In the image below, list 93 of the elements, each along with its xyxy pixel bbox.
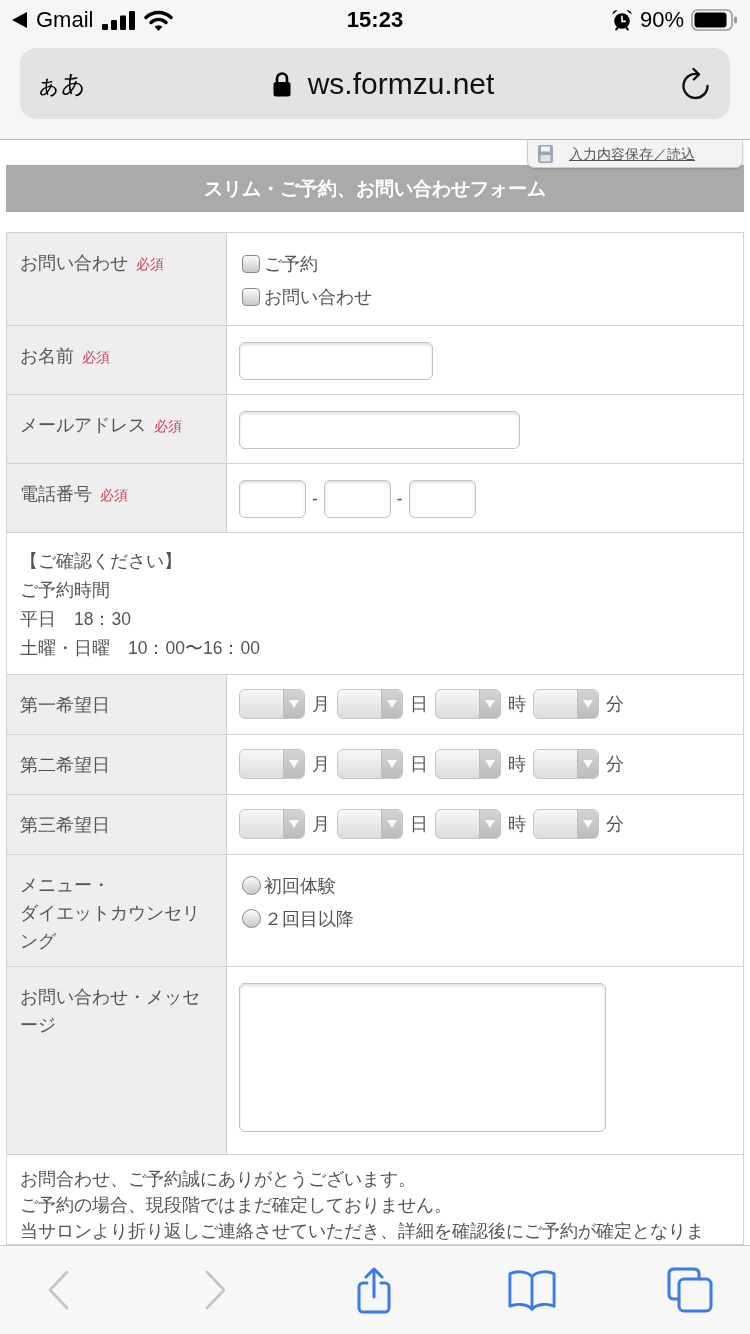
- separator-text: -: [312, 488, 318, 511]
- left-triangle-icon: [12, 12, 27, 28]
- caret-icon: [485, 820, 495, 828]
- radio-button[interactable]: [242, 876, 261, 895]
- unit-label: 日: [410, 753, 428, 776]
- label-text: 電話番号: [20, 484, 92, 504]
- dropdown[interactable]: [337, 809, 403, 839]
- caret-icon: [289, 760, 299, 768]
- reload-icon: [680, 66, 712, 101]
- dropdown[interactable]: [239, 749, 305, 779]
- radio-label: 初回体験: [264, 874, 336, 898]
- dropdown[interactable]: [533, 809, 599, 839]
- notice-text: ご予約の場合、現段階ではまだ確定しておりません。: [20, 1194, 453, 1217]
- radio-button[interactable]: [242, 909, 261, 928]
- reload-button[interactable]: [680, 66, 712, 101]
- dropdown[interactable]: [239, 809, 305, 839]
- notice-text: 平日 18：30: [20, 608, 132, 631]
- address-bar[interactable]: ぁあ ws.formzu.net: [20, 48, 730, 119]
- caret-icon: [289, 700, 299, 708]
- url-text: ws.formzu.net: [307, 65, 495, 102]
- message-field[interactable]: [239, 983, 606, 1132]
- signal-icon: [102, 10, 136, 30]
- dropdown[interactable]: [337, 689, 403, 719]
- dropdown[interactable]: [533, 689, 599, 719]
- phone-field[interactable]: [408, 480, 476, 518]
- unit-label: 日: [410, 813, 428, 836]
- caret-icon: [485, 760, 495, 768]
- required-mark: 必須: [100, 487, 128, 503]
- label-text: お問い合わせ・メッセ ージ: [20, 987, 200, 1035]
- chevron-right-icon: [205, 1270, 227, 1310]
- checkbox-label: お問い合わせ: [264, 285, 372, 309]
- dropdown[interactable]: [435, 689, 501, 719]
- label-text: 第二希望日: [20, 755, 110, 775]
- label-text: メニュー・ ダイエットカウンセリ ング: [20, 875, 200, 951]
- unit-label: 月: [312, 813, 330, 836]
- label-text: お名前: [20, 346, 74, 366]
- unit-label: 分: [606, 753, 624, 776]
- notice-text: 【ご確認ください】: [20, 550, 183, 573]
- phone-field[interactable]: [323, 480, 391, 518]
- dropdown[interactable]: [239, 689, 305, 719]
- unit-label: 日: [410, 693, 428, 716]
- battery-icon: [691, 9, 738, 31]
- label-text: お問い合わせ: [20, 253, 128, 273]
- dropdown[interactable]: [435, 809, 501, 839]
- checkbox[interactable]: [242, 287, 260, 306]
- wifi-icon: [144, 9, 174, 31]
- unit-label: 月: [312, 753, 330, 776]
- form-title: スリム・ご予約、お問い合わせフォーム: [6, 165, 744, 212]
- unit-label: 分: [606, 693, 624, 716]
- checkbox-label: ご予約: [264, 252, 318, 276]
- caret-icon: [387, 820, 397, 828]
- radio-label: ２回目以降: [264, 907, 354, 931]
- label-text: 第一希望日: [20, 695, 110, 715]
- label-text: メールアドレス: [20, 415, 146, 435]
- dropdown[interactable]: [435, 749, 501, 779]
- required-mark: 必須: [136, 256, 164, 272]
- caret-icon: [583, 760, 593, 768]
- notice-text: お問合わせ、ご予約誠にありがとうございます。: [20, 1168, 417, 1191]
- label-text: 第三希望日: [20, 815, 110, 835]
- book-icon: [508, 1268, 556, 1312]
- unit-label: 時: [508, 693, 526, 716]
- unit-label: 時: [508, 753, 526, 776]
- lock-icon: [271, 70, 292, 97]
- save-load-link[interactable]: 入力内容保存／読込: [569, 144, 695, 163]
- notice-text: ご予約時間: [20, 579, 111, 602]
- required-mark: 必須: [154, 418, 182, 434]
- status-time: 15:23: [346, 7, 404, 33]
- caret-icon: [387, 760, 397, 768]
- back-app-label[interactable]: Gmail: [36, 7, 94, 33]
- unit-label: 月: [312, 693, 330, 716]
- text-field[interactable]: [239, 342, 433, 380]
- share-icon: [355, 1266, 393, 1314]
- dropdown[interactable]: [533, 749, 599, 779]
- separator-text: -: [396, 488, 403, 511]
- dropdown[interactable]: [337, 749, 403, 779]
- required-mark: 必須: [82, 349, 110, 365]
- phone-field[interactable]: [239, 480, 306, 518]
- caret-icon: [289, 820, 299, 828]
- tabs-icon: [667, 1267, 713, 1313]
- caret-icon: [387, 700, 397, 708]
- checkbox[interactable]: [242, 254, 260, 273]
- unit-label: 分: [606, 813, 624, 836]
- battery-percent: 90%: [639, 7, 684, 33]
- text-size-button[interactable]: ぁあ: [36, 68, 86, 99]
- notice-text: 当サロンより折り返しご連絡させていただき、詳細を確認後にご予約が確定となりま: [20, 1220, 705, 1243]
- caret-icon: [583, 700, 593, 708]
- alarm-clock-icon: [610, 9, 633, 31]
- notice-text: 土曜・日曜 10：00〜16：00: [20, 637, 261, 660]
- caret-icon: [485, 700, 495, 708]
- email-field[interactable]: [239, 411, 520, 449]
- unit-label: 時: [508, 813, 526, 836]
- chevron-left-icon: [47, 1270, 69, 1310]
- caret-icon: [583, 820, 593, 828]
